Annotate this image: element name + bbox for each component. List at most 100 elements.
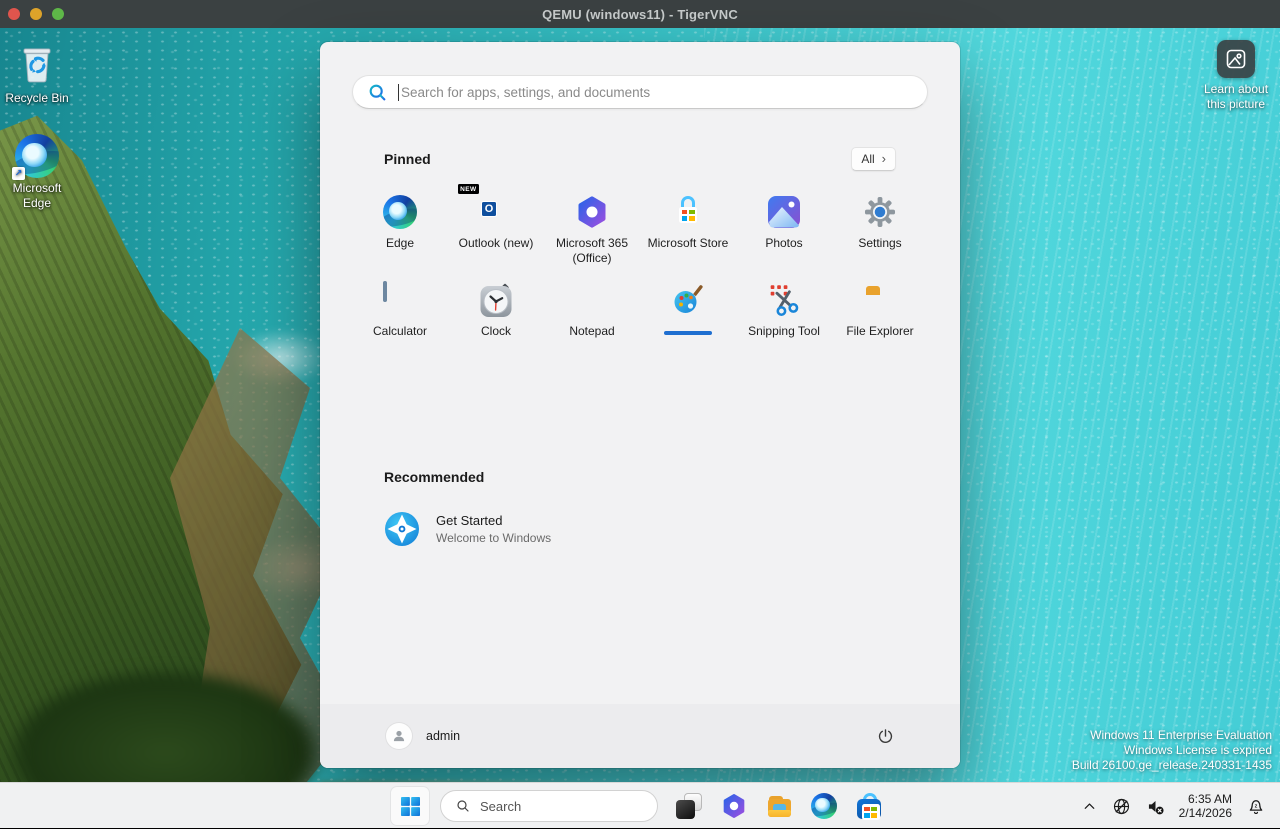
pinned-section-title: Pinned (384, 151, 431, 167)
chevron-up-icon (1081, 798, 1098, 815)
microsoft-store-taskbar-button[interactable] (849, 786, 889, 826)
app-tile-paint-loading[interactable] (640, 275, 736, 363)
recommended-item-title: Get Started (436, 513, 551, 528)
file-explorer-icon (863, 283, 897, 317)
traffic-lights (8, 0, 64, 28)
clock-icon (479, 283, 513, 317)
desktop-icon-label: Recycle Bin (5, 91, 68, 106)
task-view-button[interactable] (669, 786, 709, 826)
desktop-icon-recycle-bin[interactable]: Recycle Bin (0, 38, 74, 106)
task-view-icon (676, 793, 702, 819)
bell-do-not-disturb-icon: z (1245, 795, 1267, 817)
microsoft-store-icon (671, 195, 705, 229)
window-title: QEMU (windows11) - TigerVNC (542, 7, 738, 22)
learn-about-label: Learn about this picture (1196, 82, 1276, 112)
app-label: Microsoft Store (648, 236, 729, 251)
microsoft-365-icon (575, 195, 609, 229)
app-label: Notepad (569, 324, 614, 339)
system-tray: 6:35 AM 2/14/2026 z (1078, 783, 1270, 829)
desktop-icon-label: Microsoft Edge (0, 181, 74, 211)
license-line: Build 26100.ge_release.240331-1435 (1072, 758, 1272, 773)
app-label: Calculator (373, 324, 427, 339)
recommended-item-get-started[interactable]: Get Started Welcome to Windows (384, 511, 896, 547)
notifications-button[interactable]: z (1242, 792, 1270, 820)
user-account-button[interactable]: admin (386, 723, 460, 749)
app-label: Photos (765, 236, 802, 251)
start-menu-footer: admin (320, 704, 960, 768)
show-hidden-icons-button[interactable] (1078, 795, 1101, 818)
shortcut-arrow-icon: ↗ (12, 167, 25, 180)
app-label: Outlook (new) (459, 236, 534, 251)
tray-time: 6:35 AM (1179, 792, 1232, 806)
app-tile-settings[interactable]: Settings (832, 187, 928, 275)
app-tile-microsoft-store[interactable]: Microsoft Store (640, 187, 736, 275)
tray-date: 2/14/2026 (1179, 806, 1232, 820)
power-button[interactable] (868, 719, 902, 753)
recycle-bin-icon (16, 38, 58, 88)
windows-logo-icon (401, 797, 420, 816)
minimize-window-button[interactable] (30, 8, 42, 20)
calculator-icon (383, 283, 417, 317)
app-tile-file-explorer[interactable]: File Explorer (832, 275, 928, 363)
speaker-muted-icon (1145, 796, 1166, 817)
photos-icon (767, 195, 801, 229)
all-apps-button[interactable]: All › (851, 147, 896, 171)
app-label: Settings (858, 236, 901, 251)
all-apps-label: All (861, 152, 874, 166)
taskbar-search-box[interactable]: Search (440, 790, 658, 822)
app-label: Edge (386, 236, 414, 251)
recommended-item-subtitle: Welcome to Windows (436, 531, 551, 545)
svg-text:z: z (1255, 803, 1258, 809)
start-button[interactable] (391, 787, 429, 825)
file-explorer-icon (766, 793, 793, 820)
search-icon (367, 82, 388, 103)
close-window-button[interactable] (8, 8, 20, 20)
recommended-section-title: Recommended (384, 469, 484, 485)
app-label-loading-placeholder (664, 331, 712, 335)
app-label: Clock (481, 324, 511, 339)
chevron-right-icon: › (882, 152, 886, 165)
microsoft-365-icon (721, 793, 747, 819)
vnc-titlebar: QEMU (windows11) - TigerVNC (0, 0, 1280, 28)
edge-icon (811, 793, 837, 819)
app-label: Snipping Tool (748, 324, 820, 339)
snipping-tool-icon (767, 283, 801, 317)
license-line: Windows 11 Enterprise Evaluation (1072, 728, 1272, 743)
app-tile-outlook-new[interactable]: O NEW Outlook (new) (448, 187, 544, 275)
taskbar: Search (0, 782, 1280, 828)
app-tile-snipping-tool[interactable]: Snipping Tool (736, 275, 832, 363)
app-tile-microsoft-365[interactable]: Microsoft 365 (Office) (544, 187, 640, 275)
app-tile-photos[interactable]: Photos (736, 187, 832, 275)
app-label: File Explorer (846, 324, 913, 339)
app-label: Microsoft 365 (Office) (545, 236, 639, 266)
zoom-window-button[interactable] (52, 8, 64, 20)
volume-muted-button[interactable] (1142, 793, 1169, 820)
learn-about-picture[interactable]: Learn about this picture (1196, 40, 1276, 112)
get-started-icon (384, 511, 420, 547)
edge-icon: ↗ (15, 134, 59, 178)
app-tile-calculator[interactable]: Calculator (352, 275, 448, 363)
edge-icon (383, 195, 417, 229)
search-icon (455, 798, 471, 814)
start-search-input[interactable]: Search for apps, settings, and documents (352, 75, 928, 109)
app-tile-clock[interactable]: Clock (448, 275, 544, 363)
network-status-button[interactable] (1108, 793, 1135, 820)
app-tile-edge[interactable]: Edge (352, 187, 448, 275)
file-explorer-taskbar-button[interactable] (759, 786, 799, 826)
edge-taskbar-button[interactable] (804, 786, 844, 826)
search-placeholder: Search for apps, settings, and documents (401, 85, 650, 100)
desktop-icon-microsoft-edge[interactable]: ↗ Microsoft Edge (0, 134, 74, 211)
pinned-apps-grid: Edge O NEW Outlook (new) Microsoft 3 (352, 187, 928, 363)
clock-date-button[interactable]: 6:35 AM 2/14/2026 (1176, 792, 1235, 820)
license-watermark: Windows 11 Enterprise Evaluation Windows… (1072, 728, 1272, 773)
microsoft-365-taskbar-button[interactable] (714, 786, 754, 826)
start-menu: Search for apps, settings, and documents… (320, 42, 960, 768)
text-caret (398, 84, 399, 101)
picture-info-icon[interactable] (1217, 40, 1255, 78)
paint-icon (671, 283, 705, 317)
globe-no-internet-icon (1111, 796, 1132, 817)
license-line: Windows License is expired (1072, 743, 1272, 758)
app-tile-notepad[interactable]: Notepad (544, 275, 640, 363)
user-avatar (386, 723, 412, 749)
taskbar-search-label: Search (480, 799, 521, 814)
